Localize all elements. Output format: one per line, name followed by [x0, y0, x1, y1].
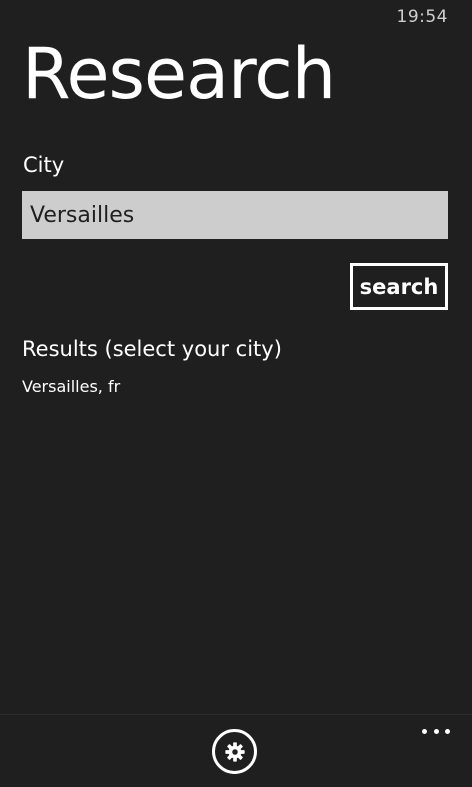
gear-icon [224, 741, 245, 762]
result-item[interactable]: Versailles, fr [22, 377, 120, 396]
app-bar [0, 714, 472, 787]
settings-button[interactable] [212, 729, 257, 774]
ellipsis-icon [433, 728, 439, 734]
more-options-button[interactable] [422, 725, 450, 737]
ellipsis-icon [445, 728, 450, 734]
search-button[interactable]: search [350, 263, 448, 310]
city-input[interactable] [22, 191, 448, 239]
status-time: 19:54 [396, 7, 448, 27]
results-header: Results (select your city) [22, 337, 282, 361]
ellipsis-icon [422, 728, 427, 734]
page-title: Research [22, 33, 336, 115]
city-label: City [23, 153, 65, 177]
